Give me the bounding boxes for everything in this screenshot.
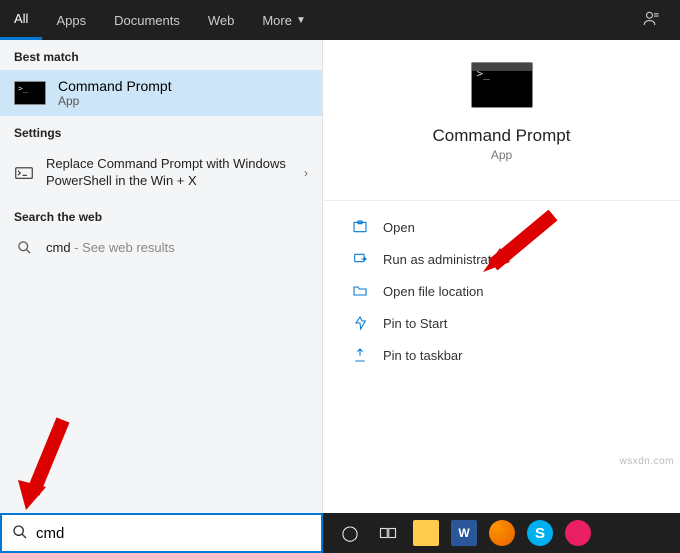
taskbar-taskview-icon[interactable] bbox=[375, 520, 401, 546]
settings-result[interactable]: Replace Command Prompt with Windows Powe… bbox=[0, 146, 322, 200]
command-prompt-icon bbox=[14, 81, 46, 105]
shield-run-icon bbox=[351, 251, 369, 267]
web-sub: - See web results bbox=[71, 240, 175, 255]
preview-sub: App bbox=[491, 148, 512, 162]
web-result[interactable]: cmd - See web results bbox=[0, 230, 322, 265]
action-pin-start-label: Pin to Start bbox=[383, 316, 447, 331]
taskbar-app-icon[interactable] bbox=[565, 520, 591, 546]
taskbar-explorer-icon[interactable] bbox=[413, 520, 439, 546]
best-match-sub: App bbox=[58, 94, 172, 108]
best-match-title: Command Prompt bbox=[58, 78, 172, 94]
tab-more[interactable]: More ▼ bbox=[248, 0, 320, 40]
taskbar: ◯ W S bbox=[0, 513, 680, 553]
search-web-header: Search the web bbox=[0, 200, 322, 230]
taskbar-firefox-icon[interactable] bbox=[489, 520, 515, 546]
search-box[interactable] bbox=[0, 513, 323, 553]
feedback-icon[interactable] bbox=[622, 10, 680, 31]
tab-apps[interactable]: Apps bbox=[42, 0, 100, 40]
action-pin-start[interactable]: Pin to Start bbox=[323, 307, 680, 339]
taskbar-word-icon[interactable]: W bbox=[451, 520, 477, 546]
search-icon bbox=[14, 240, 34, 255]
pin-taskbar-icon bbox=[351, 347, 369, 363]
action-open-label: Open bbox=[383, 220, 415, 235]
search-icon bbox=[12, 524, 28, 543]
taskbar-cortana-icon[interactable]: ◯ bbox=[337, 520, 363, 546]
action-open-location-label: Open file location bbox=[383, 284, 483, 299]
action-pin-taskbar[interactable]: Pin to taskbar bbox=[323, 339, 680, 371]
settings-result-text: Replace Command Prompt with Windows Powe… bbox=[46, 156, 292, 190]
command-prompt-preview-icon bbox=[471, 62, 533, 108]
terminal-swap-icon bbox=[14, 166, 34, 180]
open-icon bbox=[351, 219, 369, 235]
pin-start-icon bbox=[351, 315, 369, 331]
search-tabs: All Apps Documents Web More ▼ bbox=[0, 0, 680, 40]
tab-documents[interactable]: Documents bbox=[100, 0, 194, 40]
search-input[interactable] bbox=[36, 525, 311, 542]
best-match-header: Best match bbox=[0, 40, 322, 70]
watermark: wsxdn.com bbox=[619, 456, 674, 467]
preview-title: Command Prompt bbox=[433, 126, 571, 146]
folder-icon bbox=[351, 283, 369, 299]
chevron-right-icon: › bbox=[304, 166, 308, 180]
annotation-arrow bbox=[8, 415, 78, 515]
best-match-result[interactable]: Command Prompt App bbox=[0, 70, 322, 116]
tab-web[interactable]: Web bbox=[194, 0, 249, 40]
action-pin-taskbar-label: Pin to taskbar bbox=[383, 348, 463, 363]
chevron-down-icon: ▼ bbox=[296, 15, 306, 26]
annotation-arrow bbox=[478, 210, 558, 280]
taskbar-skype-icon[interactable]: S bbox=[527, 520, 553, 546]
web-query: cmd bbox=[46, 240, 71, 255]
settings-header: Settings bbox=[0, 116, 322, 146]
tab-all[interactable]: All bbox=[0, 0, 42, 40]
tab-more-label: More bbox=[262, 13, 292, 28]
